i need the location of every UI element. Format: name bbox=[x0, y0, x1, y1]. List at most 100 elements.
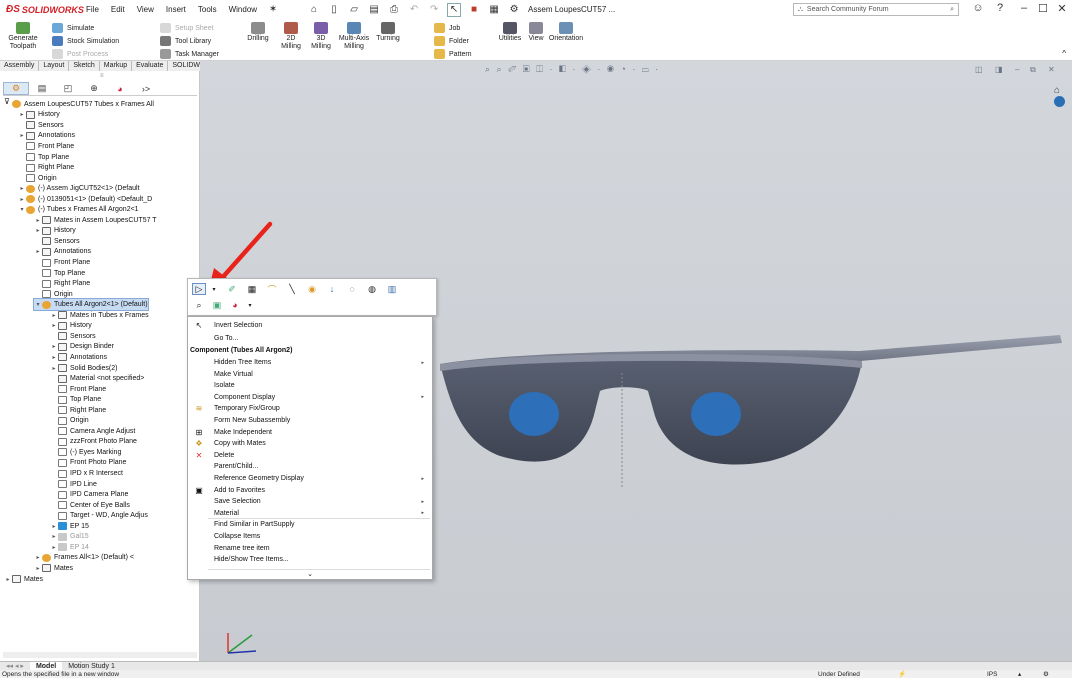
edit-component-icon[interactable]: ✐ bbox=[225, 283, 239, 295]
tree-item[interactable]: Sensors bbox=[34, 236, 80, 247]
stock-simulation-button[interactable]: Stock Simulation bbox=[52, 36, 119, 46]
property-manager-tab[interactable]: ▤ bbox=[29, 82, 55, 95]
new-document-icon[interactable]: ▯ bbox=[327, 3, 341, 17]
tree-item[interactable]: Material <not specified> bbox=[50, 373, 144, 384]
tree-item[interactable]: ▸ Frames All<1> (Default) < bbox=[34, 553, 134, 564]
menu-item-temporary-fix-group[interactable]: ≋ Temporary Fix/Group bbox=[188, 403, 432, 414]
search-icon[interactable]: ⌕ bbox=[950, 6, 954, 14]
tab-sketch[interactable]: Sketch bbox=[69, 61, 100, 71]
pattern-button[interactable]: Pattern bbox=[434, 49, 472, 59]
expand-toggle-icon[interactable]: ▸ bbox=[18, 111, 26, 118]
rebuild-icon[interactable]: ■ bbox=[467, 3, 481, 17]
expand-toggle-icon[interactable]: ▸ bbox=[34, 227, 42, 234]
tree-item[interactable]: ▾ (-) Tubes x Frames All Argon2<1 bbox=[18, 205, 139, 216]
tree-item[interactable]: ▸ History bbox=[34, 226, 76, 237]
menu-item-reference-geometry-display[interactable]: Reference Geometry Display ▸ bbox=[188, 473, 432, 484]
menu-insert[interactable]: Insert bbox=[160, 5, 192, 14]
tree-item[interactable]: Origin bbox=[34, 289, 73, 300]
tree-item[interactable]: ▸ Mates bbox=[4, 574, 43, 585]
open-dropdown-icon[interactable]: ▾ bbox=[207, 283, 221, 295]
home-icon[interactable]: ⌂ bbox=[307, 3, 321, 17]
tree-item[interactable]: ▸ EP 15 bbox=[50, 521, 89, 532]
tree-item[interactable]: Sensors bbox=[18, 120, 64, 131]
tree-item[interactable]: ▸ Mates in Tubes x Frames bbox=[50, 310, 149, 321]
turning-button[interactable]: Turning bbox=[372, 22, 404, 43]
tree-item[interactable]: Origin bbox=[18, 173, 57, 184]
pin-icon[interactable]: ✶ bbox=[266, 3, 280, 17]
maximize-icon[interactable]: ☐ bbox=[1035, 2, 1051, 15]
tree-item[interactable]: ▸ History bbox=[50, 321, 92, 332]
menu-item-form-new-subassembly[interactable]: Form New Subassembly bbox=[188, 415, 432, 426]
help-icon[interactable]: ? bbox=[992, 2, 1008, 14]
menu-file[interactable]: File bbox=[80, 5, 105, 14]
menu-item-component-display[interactable]: Component Display ▸ bbox=[188, 392, 432, 403]
expand-toggle-icon[interactable]: ▸ bbox=[18, 185, 26, 192]
tab-layout[interactable]: Layout bbox=[39, 61, 70, 71]
isolate-icon[interactable]: ▣ bbox=[210, 299, 224, 311]
options-gear-icon[interactable]: ⚙ bbox=[507, 3, 521, 17]
save-icon[interactable]: ▤ bbox=[367, 3, 381, 17]
utilities-button[interactable]: Utilities bbox=[496, 22, 524, 43]
expand-toggle-icon[interactable]: ▸ bbox=[34, 565, 42, 572]
menu-item-hidden-tree-items[interactable]: Hidden Tree Items ▸ bbox=[188, 357, 432, 368]
menu-item-material[interactable]: Material ▸ bbox=[188, 508, 432, 519]
tree-item[interactable]: Origin bbox=[50, 416, 89, 427]
tree-item[interactable]: ▸ Annotations bbox=[18, 131, 75, 142]
hide-component-icon[interactable]: ╲ bbox=[285, 283, 299, 295]
appearance-dropdown-icon[interactable]: ▾ bbox=[243, 299, 257, 311]
select-icon[interactable]: ↖ bbox=[447, 2, 462, 17]
menu-item-isolate[interactable]: Isolate bbox=[188, 380, 432, 391]
menu-view[interactable]: View bbox=[131, 5, 160, 14]
menu-item-save-selection[interactable]: Save Selection ▸ bbox=[188, 496, 432, 507]
expand-toggle-icon[interactable]: ▸ bbox=[50, 523, 58, 530]
menu-item-make-virtual[interactable]: Make Virtual bbox=[188, 369, 432, 380]
simulate-button[interactable]: Simulate bbox=[52, 23, 94, 33]
redo-icon[interactable]: ↷ bbox=[427, 3, 441, 17]
tree-item[interactable]: Top Plane bbox=[34, 268, 85, 279]
suppress-icon[interactable]: ◌ bbox=[345, 283, 359, 295]
resolve-icon[interactable]: ◍ bbox=[365, 283, 379, 295]
2d-milling-button[interactable]: 2D Milling bbox=[278, 22, 304, 51]
menu-item-add-to-favorites[interactable]: ▣ Add to Favorites bbox=[188, 485, 432, 496]
zoom-to-selection-icon[interactable]: ⌕ bbox=[192, 299, 206, 311]
more-tabs-icon[interactable]: ›> bbox=[133, 82, 159, 95]
tree-item[interactable]: Right Plane bbox=[34, 278, 90, 289]
tree-item[interactable]: Sensors bbox=[50, 331, 96, 342]
task-manager-button[interactable]: Task Manager bbox=[160, 49, 219, 59]
tool-library-button[interactable]: Tool Library bbox=[160, 36, 211, 46]
tree-item[interactable]: ▸ (-) Assem JigCUT52<1> (Default bbox=[18, 183, 140, 194]
expand-toggle-icon[interactable]: ▸ bbox=[50, 544, 58, 551]
configuration-icon[interactable]: ▥ bbox=[385, 283, 399, 295]
open-icon[interactable]: ▱ bbox=[347, 3, 361, 17]
tab-assembly[interactable]: Assembly bbox=[0, 61, 40, 71]
expand-menu-icon[interactable]: ⌄ bbox=[188, 570, 432, 578]
solidworks-logo[interactable]: ƉS SOLIDWORKS bbox=[0, 4, 84, 15]
component-properties-icon[interactable]: ▦ bbox=[245, 283, 259, 295]
menu-item-copy-with-mates[interactable]: ❖ Copy with Mates bbox=[188, 438, 432, 449]
tree-item[interactable]: zzzFront Photo Plane bbox=[50, 437, 137, 448]
tree-item[interactable]: Front Plane bbox=[34, 257, 90, 268]
close-icon[interactable]: ✕ bbox=[1054, 2, 1070, 15]
tree-item[interactable]: Target - WD, Angle Adjus bbox=[50, 510, 148, 521]
print-icon[interactable]: ⎙ bbox=[387, 3, 401, 17]
expand-toggle-icon[interactable]: ▸ bbox=[50, 312, 58, 319]
expand-toggle-icon[interactable]: ▸ bbox=[50, 533, 58, 540]
tree-item[interactable]: Front Plane bbox=[50, 384, 106, 395]
horizontal-scrollbar[interactable] bbox=[3, 652, 197, 658]
menu-tools[interactable]: Tools bbox=[192, 5, 223, 14]
drilling-button[interactable]: Drilling bbox=[245, 22, 271, 43]
job-button[interactable]: Job bbox=[434, 23, 460, 33]
menu-item-rename-tree-item[interactable]: Rename tree item bbox=[188, 543, 432, 554]
view-button[interactable]: View bbox=[526, 22, 546, 43]
3d-milling-button[interactable]: 3D Milling bbox=[308, 22, 334, 51]
expand-toggle-icon[interactable]: ▸ bbox=[50, 365, 58, 372]
expand-toggle-icon[interactable]: ▸ bbox=[50, 322, 58, 329]
multiaxis-milling-button[interactable]: Multi-Axis Milling bbox=[337, 22, 371, 51]
feature-manager-tab[interactable]: ⚙ bbox=[3, 82, 29, 95]
expand-toggle-icon[interactable]: ▸ bbox=[50, 343, 58, 350]
tree-item[interactable]: ▸ History bbox=[18, 110, 60, 121]
setup-sheet-button[interactable]: Setup Sheet bbox=[160, 23, 214, 33]
folder-button[interactable]: Folder bbox=[434, 36, 469, 46]
units-dropdown-icon[interactable]: ▴ bbox=[1018, 670, 1021, 678]
user-icon[interactable]: ☺ bbox=[970, 2, 986, 14]
